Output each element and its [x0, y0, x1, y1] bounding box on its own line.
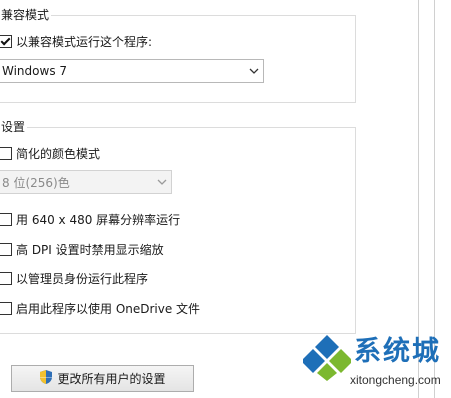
compat-mode-checkbox-row[interactable]: 以兼容模式运行这个程序: — [0, 33, 152, 49]
color-depth-value: 8 位(256)色 — [2, 175, 70, 190]
site-watermark: 系统城 xitongcheng.com — [303, 328, 451, 398]
chevron-down-icon — [153, 179, 171, 185]
os-version-select[interactable]: Windows 7 — [0, 59, 264, 83]
compat-mode-checkbox-label: 以兼容模式运行这个程序: — [16, 34, 153, 49]
change-all-users-label: 更改所有用户的设置 — [57, 372, 166, 386]
watermark-brand: 系统城 — [354, 336, 441, 367]
run-as-admin-checkbox-row[interactable]: 以管理员身份运行此程序 — [0, 270, 148, 286]
run-as-admin-checkbox[interactable] — [0, 271, 12, 285]
settings-title: 设置 — [0, 120, 28, 135]
os-version-value: Windows 7 — [2, 64, 68, 78]
disable-dpi-scaling-checkbox-row[interactable]: 高 DPI 设置时禁用显示缩放 — [0, 241, 164, 257]
reduced-color-checkbox-row[interactable]: 简化的颜色模式 — [0, 145, 100, 161]
compat-mode-checkbox[interactable] — [0, 34, 12, 48]
change-all-users-button[interactable]: 更改所有用户的设置 — [11, 365, 194, 392]
run-as-admin-label: 以管理员身份运行此程序 — [16, 271, 149, 286]
compat-mode-title: 兼容模式 — [0, 8, 52, 23]
resolution-640-label: 用 640 x 480 屏幕分辨率运行 — [16, 212, 181, 227]
reduced-color-label: 简化的颜色模式 — [16, 146, 101, 161]
disable-dpi-scaling-checkbox[interactable] — [0, 242, 12, 256]
reduced-color-checkbox[interactable] — [0, 146, 12, 160]
resolution-640-checkbox[interactable] — [0, 212, 12, 226]
enable-onedrive-checkbox-row[interactable]: 启用此程序以使用 OneDrive 文件 — [0, 300, 200, 316]
uac-shield-icon — [39, 369, 53, 388]
enable-onedrive-checkbox[interactable] — [0, 301, 12, 315]
disable-dpi-scaling-label: 高 DPI 设置时禁用显示缩放 — [16, 242, 164, 257]
watermark-url: xitongcheng.com — [350, 373, 441, 387]
color-depth-select[interactable]: 8 位(256)色 — [0, 170, 172, 194]
resolution-640-checkbox-row[interactable]: 用 640 x 480 屏幕分辨率运行 — [0, 211, 180, 227]
enable-onedrive-label: 启用此程序以使用 OneDrive 文件 — [16, 301, 201, 316]
watermark-logo-icon — [303, 335, 351, 381]
chevron-down-icon — [245, 68, 263, 74]
